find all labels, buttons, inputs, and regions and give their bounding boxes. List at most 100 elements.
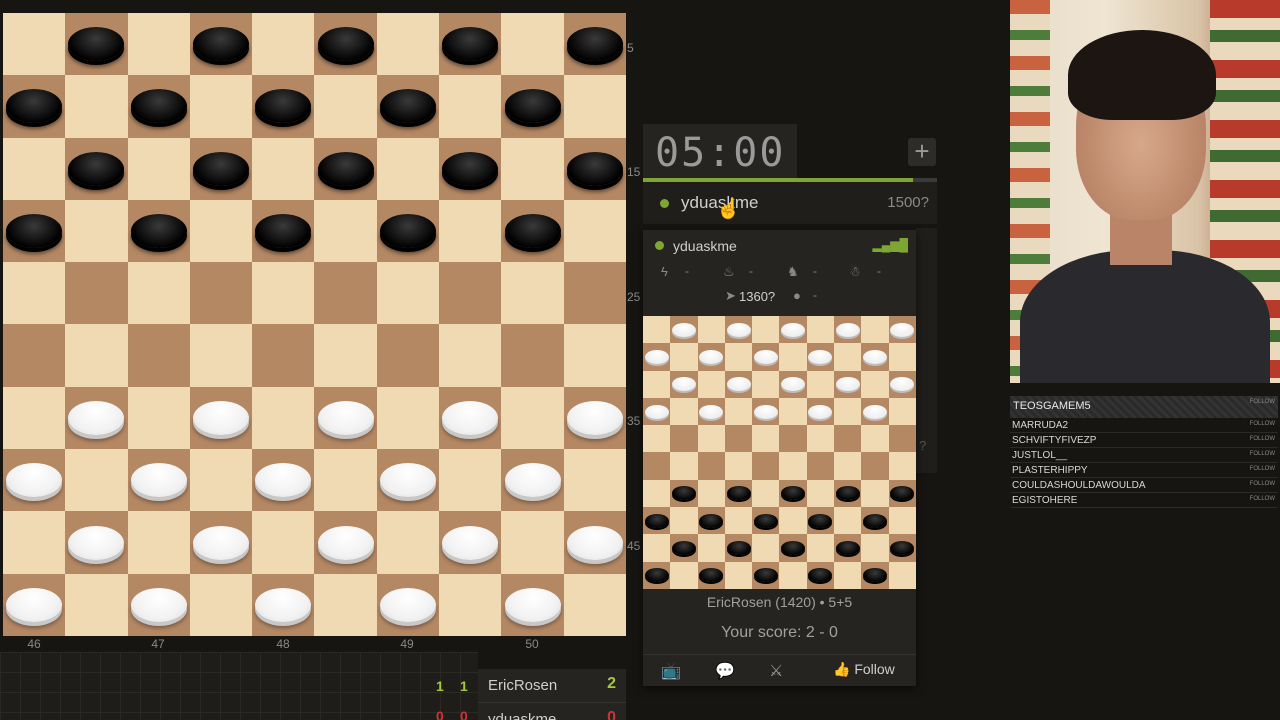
white-piece[interactable]	[193, 400, 250, 435]
board-square[interactable]	[65, 449, 128, 512]
black-piece[interactable]	[566, 27, 623, 62]
black-piece[interactable]	[379, 89, 436, 124]
board-square[interactable]	[501, 386, 564, 450]
board-square[interactable]	[252, 262, 315, 325]
follow-button[interactable]: FOLLOW	[1250, 496, 1275, 502]
board-square[interactable]	[189, 386, 253, 450]
black-piece[interactable]	[130, 89, 187, 124]
card-player-name[interactable]: yduaskme	[673, 238, 737, 254]
board-square[interactable]	[189, 573, 253, 636]
board-square[interactable]	[563, 449, 626, 512]
board-square[interactable]	[65, 324, 128, 387]
board-square[interactable]	[563, 573, 626, 636]
board-square[interactable]	[252, 573, 315, 636]
board-square[interactable]	[501, 137, 564, 200]
follow-button[interactable]: FOLLOW	[1250, 451, 1275, 457]
board-square[interactable]	[439, 511, 502, 574]
white-piece[interactable]	[566, 400, 623, 435]
white-piece[interactable]	[130, 587, 187, 622]
board-square[interactable]	[189, 137, 253, 200]
white-piece[interactable]	[379, 587, 436, 622]
follow-button[interactable]: 👍 Follow	[833, 661, 895, 678]
board-square[interactable]	[501, 449, 564, 512]
board-square[interactable]	[3, 137, 66, 200]
white-piece[interactable]	[68, 400, 125, 435]
board-square[interactable]	[189, 199, 253, 263]
black-piece[interactable]	[442, 151, 499, 186]
white-piece[interactable]	[379, 463, 436, 498]
board-square[interactable]	[127, 199, 190, 263]
board-square[interactable]	[563, 324, 626, 387]
board-square[interactable]	[127, 386, 190, 450]
board-square[interactable]	[376, 262, 440, 325]
checkers-board[interactable]	[3, 13, 626, 636]
board-square[interactable]	[65, 511, 128, 574]
board-square[interactable]	[252, 324, 315, 387]
black-piece[interactable]	[193, 27, 250, 62]
mini-board[interactable]	[643, 316, 916, 589]
white-piece[interactable]	[442, 525, 499, 560]
board-square[interactable]	[189, 511, 253, 574]
white-piece[interactable]	[317, 525, 374, 560]
board-square[interactable]	[3, 511, 66, 574]
board-square[interactable]	[3, 449, 66, 512]
board-square[interactable]	[563, 199, 626, 263]
board-square[interactable]	[127, 262, 190, 325]
black-piece[interactable]	[504, 89, 561, 124]
board-square[interactable]	[314, 511, 377, 574]
board-square[interactable]	[65, 137, 128, 200]
board-square[interactable]	[252, 13, 315, 76]
board-square[interactable]	[314, 573, 377, 636]
board-square[interactable]	[439, 573, 502, 636]
follow-button[interactable]: FOLLOW	[1250, 481, 1275, 487]
white-piece[interactable]	[317, 400, 374, 435]
board-square[interactable]	[3, 573, 66, 636]
black-piece[interactable]	[68, 151, 125, 186]
board-square[interactable]	[439, 137, 502, 200]
board-square[interactable]	[252, 386, 315, 450]
board-square[interactable]	[439, 386, 502, 450]
black-piece[interactable]	[504, 214, 561, 249]
follow-button[interactable]: FOLLOW	[1250, 399, 1275, 405]
add-time-button[interactable]: +	[908, 138, 936, 166]
board-square[interactable]	[376, 449, 440, 512]
board-square[interactable]	[314, 137, 377, 200]
follow-button[interactable]: FOLLOW	[1250, 421, 1275, 427]
board-square[interactable]	[252, 449, 315, 512]
board-square[interactable]	[65, 262, 128, 325]
black-piece[interactable]	[317, 27, 374, 62]
follow-button[interactable]: FOLLOW	[1250, 466, 1275, 472]
chat-icon[interactable]: 💬	[715, 661, 735, 681]
board-square[interactable]	[65, 199, 128, 263]
white-piece[interactable]	[6, 587, 63, 622]
white-piece[interactable]	[504, 587, 561, 622]
board-square[interactable]	[501, 573, 564, 636]
board-square[interactable]	[501, 324, 564, 387]
board-square[interactable]	[314, 199, 377, 263]
black-piece[interactable]	[255, 89, 312, 124]
player-score-row[interactable]: yduaskme 0	[478, 703, 626, 720]
board-square[interactable]	[3, 199, 66, 263]
board-square[interactable]	[563, 137, 626, 200]
board-square[interactable]	[563, 511, 626, 574]
black-piece[interactable]	[442, 27, 499, 62]
black-piece[interactable]	[68, 27, 125, 62]
board-square[interactable]	[314, 324, 377, 387]
board-square[interactable]	[3, 75, 66, 138]
board-square[interactable]	[439, 199, 502, 263]
board-square[interactable]	[3, 262, 66, 325]
board-square[interactable]	[314, 449, 377, 512]
black-piece[interactable]	[130, 214, 187, 249]
board-square[interactable]	[65, 75, 128, 138]
board-square[interactable]	[127, 449, 190, 512]
player-score-row[interactable]: EricRosen 2	[478, 669, 626, 703]
board-square[interactable]	[501, 13, 564, 76]
board-square[interactable]	[439, 262, 502, 325]
board-square[interactable]	[376, 386, 440, 450]
board-square[interactable]	[501, 199, 564, 263]
board-square[interactable]	[65, 573, 128, 636]
board-square[interactable]	[3, 386, 66, 450]
board-square[interactable]	[252, 511, 315, 574]
board-square[interactable]	[439, 75, 502, 138]
board-square[interactable]	[252, 137, 315, 200]
